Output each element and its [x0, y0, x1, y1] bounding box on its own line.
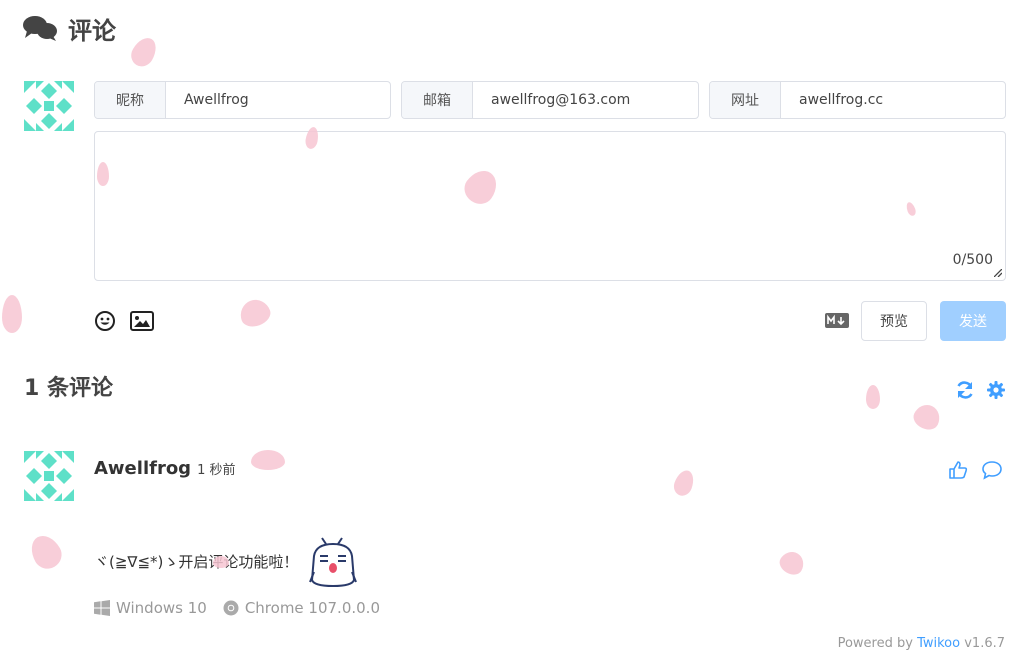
comment-count: 1 条评论 — [24, 376, 113, 401]
avatar — [24, 81, 74, 131]
chrome-icon — [223, 600, 239, 616]
petal-decoration — [213, 556, 229, 568]
preview-button[interactable]: 预览 — [861, 301, 927, 341]
petal-decoration — [251, 450, 285, 470]
markdown-icon[interactable] — [825, 313, 849, 328]
version-label: v1.6.7 — [960, 636, 1005, 651]
emoji-icon[interactable] — [94, 310, 116, 332]
petal-decoration — [671, 467, 697, 499]
avatar — [24, 451, 74, 501]
mail-field[interactable]: 邮箱 — [401, 81, 699, 119]
page-title: 评论 — [68, 16, 116, 45]
comment-textarea[interactable] — [95, 132, 1005, 280]
comment-author[interactable]: Awellfrog — [94, 458, 191, 479]
comment-time: 1 秒前 — [197, 463, 236, 478]
petal-decoration — [126, 33, 162, 71]
petal-decoration — [910, 400, 944, 434]
settings-icon[interactable] — [987, 381, 1005, 399]
char-counter: 0/500 — [952, 252, 993, 268]
reply-icon[interactable] — [981, 460, 1003, 480]
comments-header: 评论 — [22, 10, 116, 46]
petal-decoration — [776, 547, 808, 579]
twikoo-link[interactable]: Twikoo — [917, 636, 960, 651]
nick-field[interactable]: 昵称 — [94, 81, 391, 119]
petal-decoration — [25, 530, 67, 574]
resize-handle-icon[interactable] — [994, 269, 1002, 277]
mail-input[interactable] — [473, 82, 698, 118]
powered-prefix: Powered by — [837, 636, 918, 651]
windows-icon — [94, 600, 110, 616]
comment-textarea-wrap: 0/500 — [94, 131, 1006, 281]
mail-label: 邮箱 — [402, 82, 473, 118]
like-icon[interactable] — [948, 460, 968, 480]
sticker-icon — [309, 537, 358, 588]
os-label: Windows 10 — [116, 599, 207, 617]
link-input[interactable] — [781, 82, 1005, 118]
link-field[interactable]: 网址 — [709, 81, 1006, 119]
petal-decoration — [236, 295, 274, 331]
petal-decoration — [866, 385, 880, 409]
comment-text: ヾ(≧∇≦*)ゝ开启评论功能啦！ — [94, 552, 299, 571]
powered-by: Powered by Twikoo v1.6.7 — [838, 636, 1005, 651]
browser-label: Chrome 107.0.0.0 — [244, 599, 380, 617]
nick-label: 昵称 — [95, 82, 166, 118]
petal-decoration — [97, 162, 109, 186]
nick-input[interactable] — [166, 82, 390, 118]
link-label: 网址 — [710, 82, 781, 118]
send-button[interactable]: 发送 — [940, 301, 1006, 341]
image-icon[interactable] — [130, 311, 154, 331]
comments-icon — [23, 16, 57, 41]
petal-decoration — [2, 295, 22, 333]
refresh-icon[interactable] — [955, 380, 975, 400]
